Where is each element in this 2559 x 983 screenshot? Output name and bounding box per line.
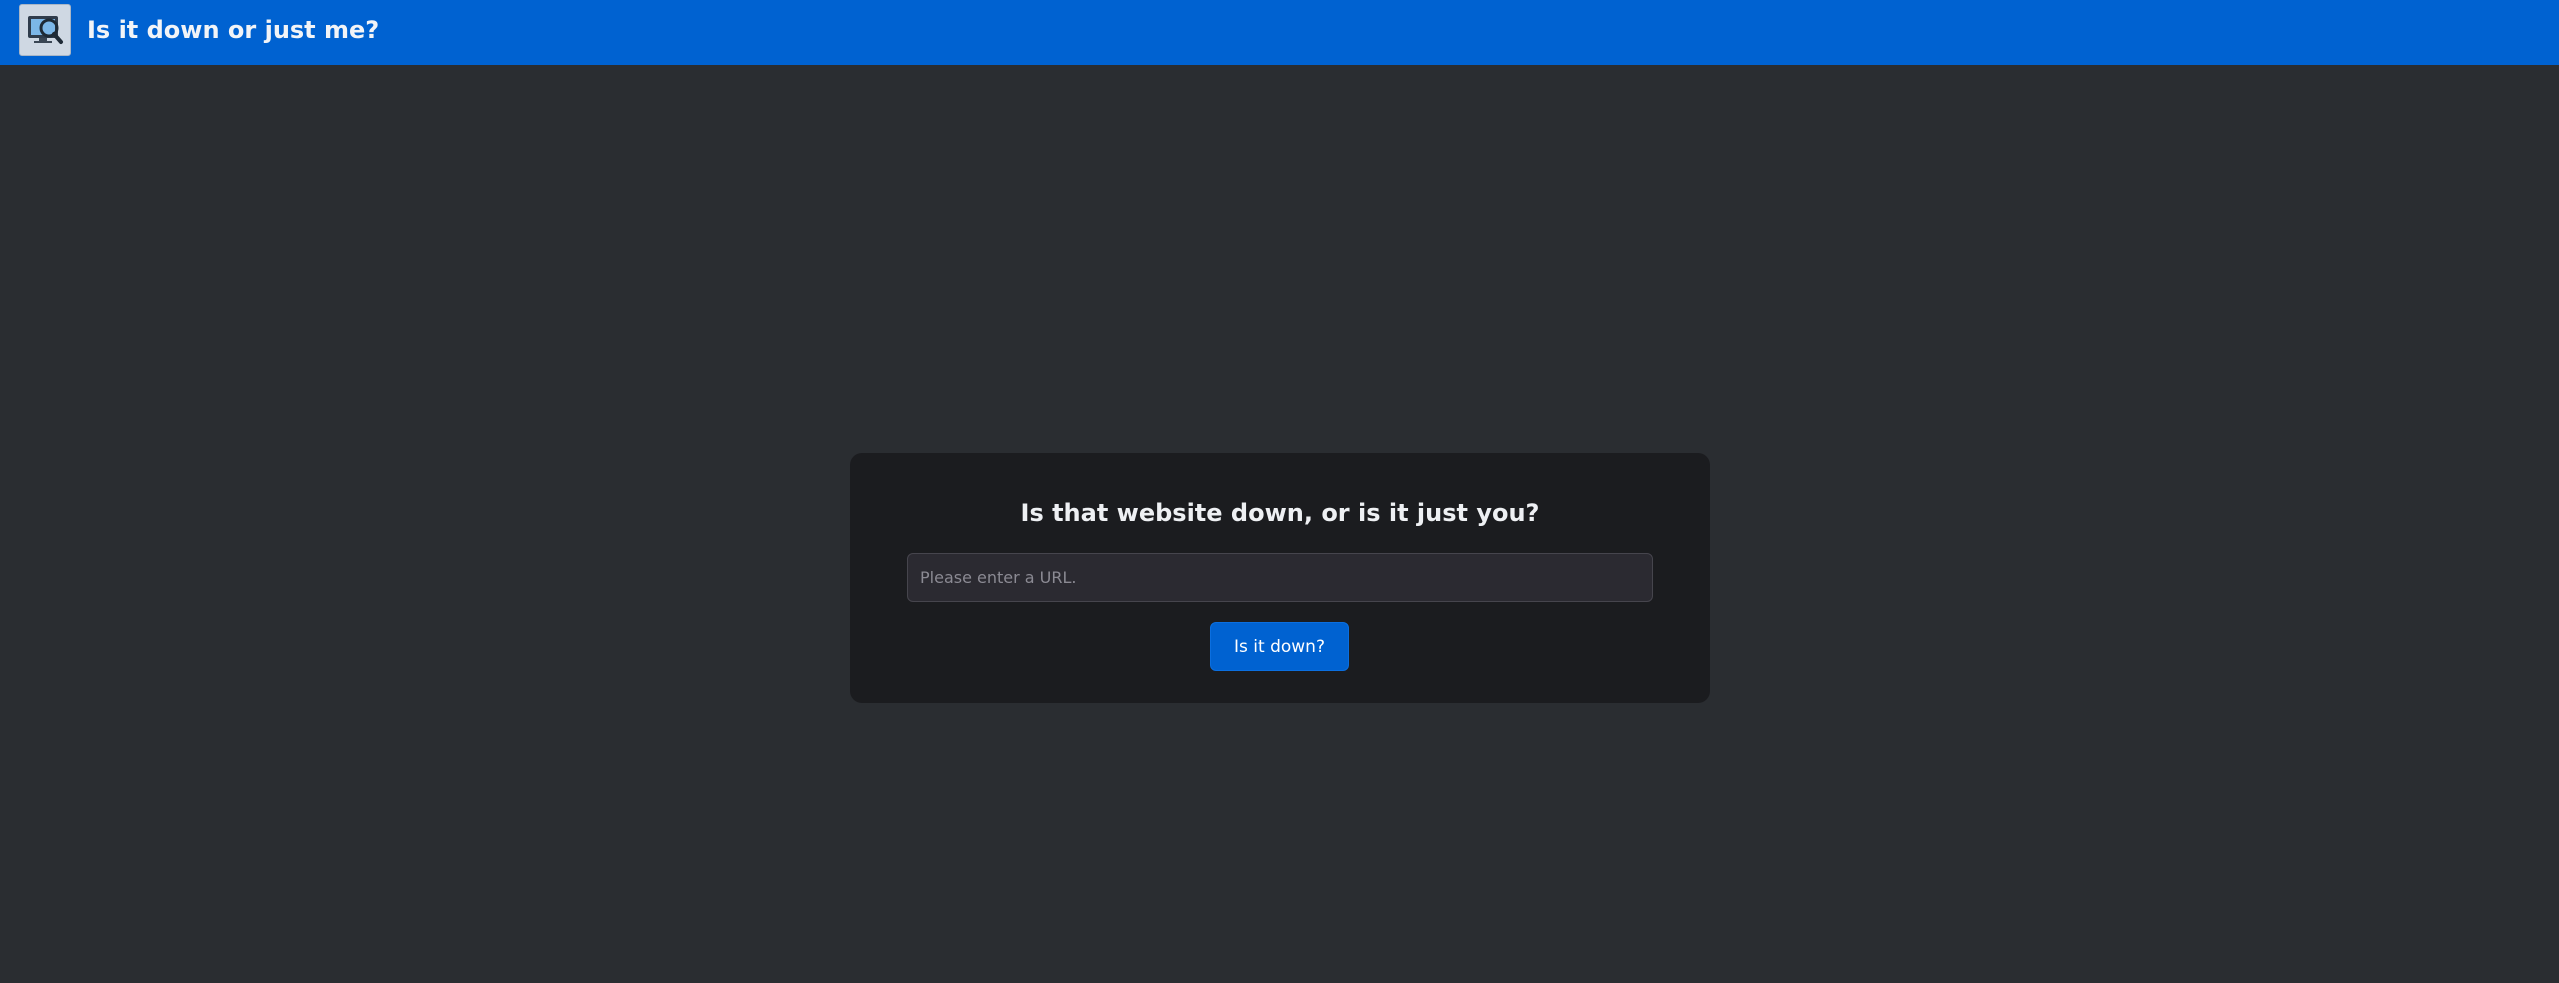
- card-heading: Is that website down, or is it just you?: [1020, 499, 1540, 527]
- url-input[interactable]: [907, 553, 1653, 602]
- top-bar: Is it down or just me?: [0, 0, 2559, 65]
- check-card: Is that website down, or is it just you?…: [850, 453, 1710, 703]
- app-title: Is it down or just me?: [87, 16, 380, 44]
- search-monitor-icon[interactable]: [19, 4, 71, 56]
- is-it-down-button[interactable]: Is it down?: [1210, 622, 1349, 671]
